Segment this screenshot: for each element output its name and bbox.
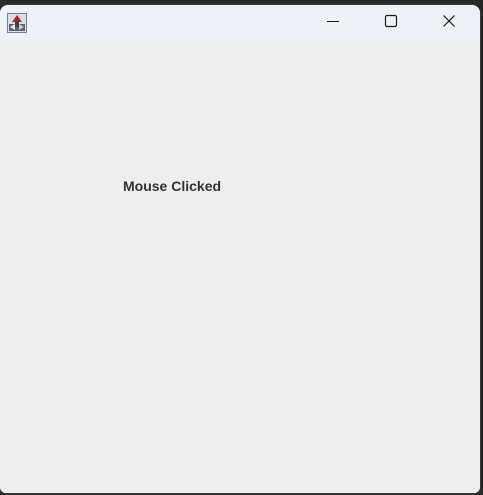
close-icon [442,14,456,33]
content-panel[interactable]: Mouse Clicked [0,41,480,493]
close-button[interactable] [420,5,478,41]
title-bar[interactable] [0,5,480,41]
maximize-icon [384,14,398,33]
minimize-icon [326,14,340,33]
app-window: Mouse Clicked [0,5,480,493]
status-label: Mouse Clicked [123,178,222,194]
java-app-icon[interactable] [7,13,27,33]
minimize-button[interactable] [304,5,362,41]
maximize-button[interactable] [362,5,420,41]
